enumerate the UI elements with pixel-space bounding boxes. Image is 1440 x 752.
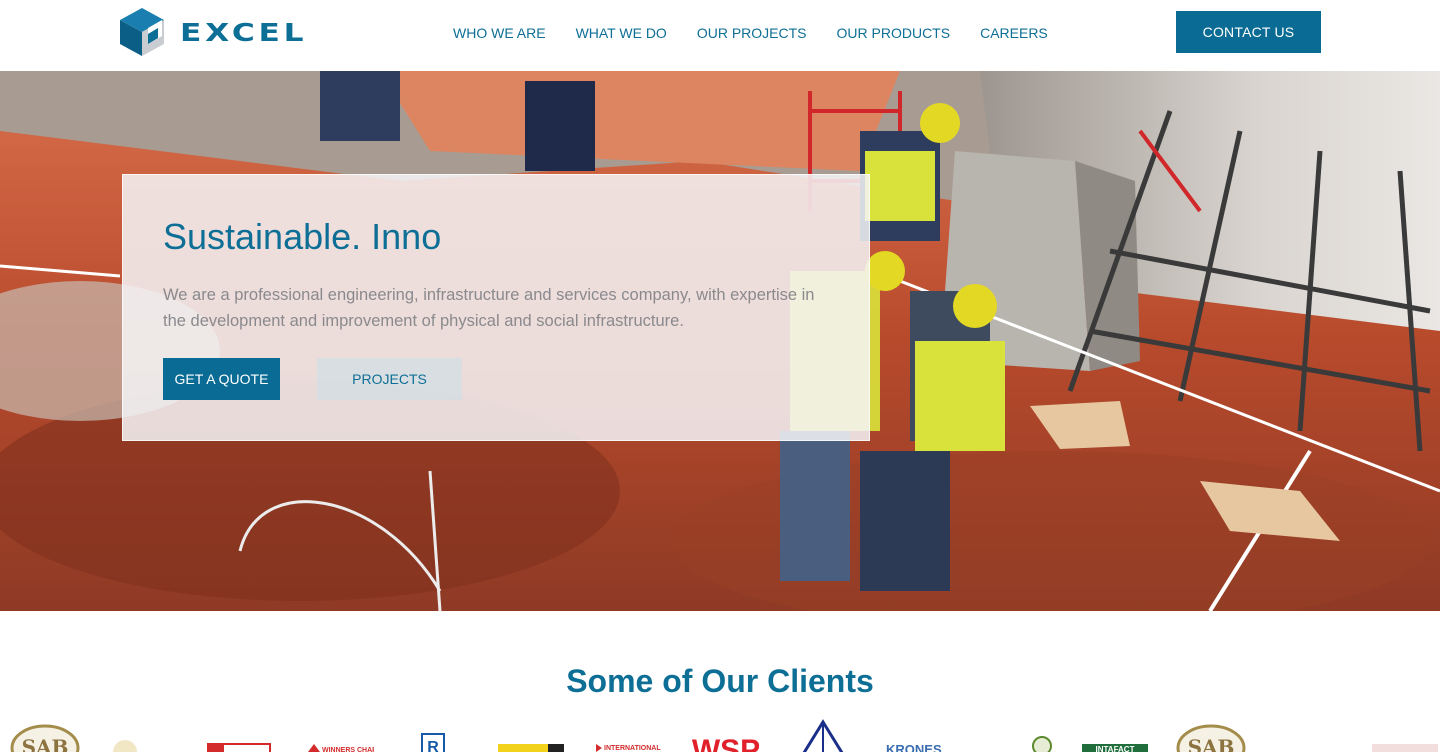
svg-text:SAB: SAB <box>1188 735 1235 752</box>
wsp-logo[interactable]: WSP <box>690 716 762 752</box>
green-crest-logo[interactable] <box>1030 716 1054 752</box>
svg-text:WSP: WSP <box>692 734 760 752</box>
nav-our-products[interactable]: OUR PRODUCTS <box>837 24 951 42</box>
hero-section: Sustainable. Inno We are a professional … <box>0 71 1440 611</box>
krones-logo[interactable]: KRONES <box>884 716 956 752</box>
contact-us-button[interactable]: CONTACT US <box>1176 11 1321 53</box>
hero-title: Sustainable. Inno <box>163 216 442 257</box>
r-logo[interactable]: R <box>420 716 446 752</box>
hero-card: Sustainable. Inno We are a professional … <box>122 174 870 441</box>
svg-text:INTAFACT: INTAFACT <box>1096 745 1135 752</box>
sab-logo-repeat[interactable]: SAB <box>1176 716 1246 752</box>
projects-button[interactable]: PROJECTS <box>317 358 462 400</box>
faded-logo[interactable] <box>1370 716 1440 752</box>
sab-logo[interactable]: SAB <box>10 716 80 752</box>
sk-logo[interactable] <box>206 716 272 752</box>
svg-text:INTERNATIONAL: INTERNATIONAL <box>604 745 661 752</box>
crest-logo[interactable] <box>105 716 145 752</box>
brand-name: EXCEL <box>180 17 308 47</box>
svg-text:KRONES: KRONES <box>886 742 942 752</box>
get-a-quote-button[interactable]: GET A QUOTE <box>163 358 280 400</box>
site-header: EXCEL WHO WE ARE WHAT WE DO OUR PROJECTS… <box>0 0 1440 71</box>
winners-chapel-logo[interactable]: WINNERS CHAPEL <box>304 716 374 752</box>
hero-description: We are a professional engineering, infra… <box>163 286 815 330</box>
cube-logo-icon <box>120 8 164 56</box>
client-logos-carousel: SAB WINNERS CHAPEL R INTERNATIONAL WSP K… <box>0 716 1440 752</box>
svg-text:SAB: SAB <box>22 735 69 752</box>
intafact-logo[interactable]: INTAFACT <box>1080 716 1150 752</box>
svg-text:R: R <box>427 739 439 752</box>
nav-our-projects[interactable]: OUR PROJECTS <box>697 24 807 42</box>
triangle-logo[interactable] <box>800 716 846 752</box>
nav-careers[interactable]: CAREERS <box>980 24 1048 42</box>
nav-who-we-are[interactable]: WHO WE ARE <box>453 24 546 42</box>
svg-text:WINNERS CHAPEL: WINNERS CHAPEL <box>322 747 374 752</box>
brand-logo[interactable]: EXCEL <box>118 6 308 58</box>
yellow-brand-logo[interactable] <box>496 716 566 752</box>
main-nav: WHO WE ARE WHAT WE DO OUR PROJECTS OUR P… <box>453 24 1078 42</box>
clients-section-title: Some of Our Clients <box>566 663 874 699</box>
international-logo[interactable]: INTERNATIONAL <box>594 716 664 752</box>
nav-what-we-do[interactable]: WHAT WE DO <box>576 24 667 42</box>
